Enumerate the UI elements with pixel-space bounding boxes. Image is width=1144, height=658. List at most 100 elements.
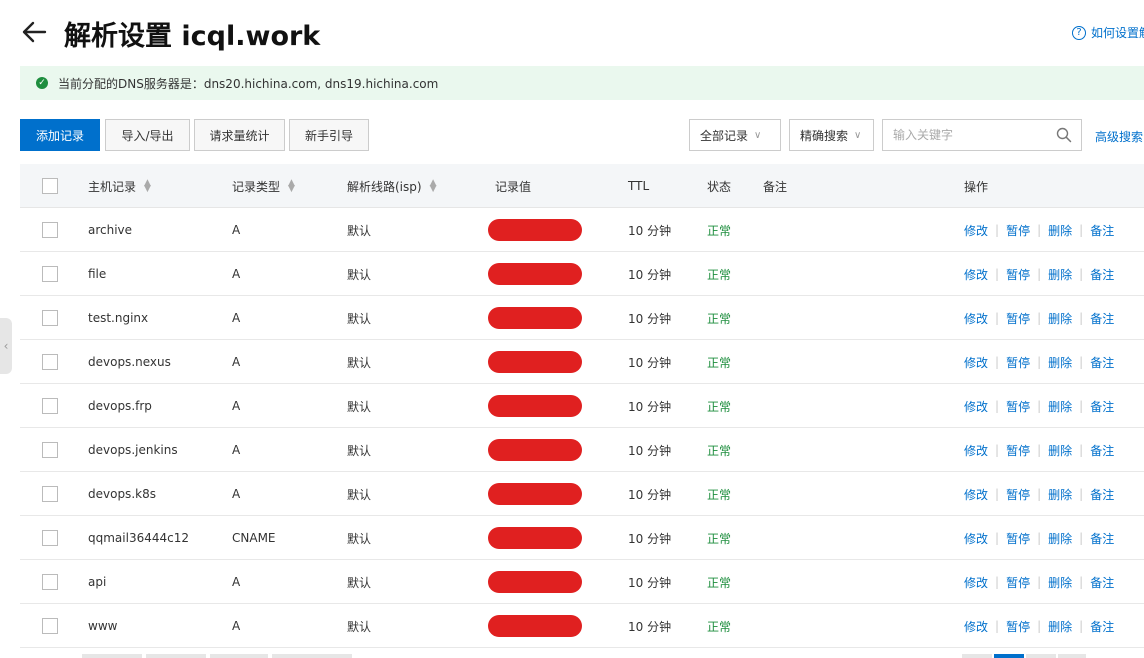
row-checkbox[interactable] [42,530,58,546]
edit-link[interactable]: 修改 [964,266,988,283]
status-badge: 正常 [707,443,732,458]
pagination-item-active[interactable] [994,654,1024,658]
row-checkbox[interactable] [42,618,58,634]
redacted-record-value [488,307,582,329]
divider: | [995,487,1000,501]
advanced-search-link[interactable]: 高级搜索 [1095,128,1143,145]
status-badge: 正常 [707,399,732,414]
delete-link[interactable]: 删除 [1048,574,1072,591]
pagination-item[interactable] [210,654,268,658]
delete-link[interactable]: 删除 [1048,310,1072,327]
status-badge: 正常 [707,531,732,546]
pause-link[interactable]: 暂停 [1006,442,1030,459]
pause-link[interactable]: 暂停 [1006,222,1030,239]
edit-link[interactable]: 修改 [964,442,988,459]
search-icon[interactable] [1056,127,1072,143]
pause-link[interactable]: 暂停 [1006,266,1030,283]
pagination-item[interactable] [962,654,992,658]
remark-link[interactable]: 备注 [1090,266,1114,283]
pause-link[interactable]: 暂停 [1006,486,1030,503]
record-type: A [232,311,241,325]
search-input[interactable] [882,119,1082,151]
delete-link[interactable]: 删除 [1048,266,1072,283]
pagination-item[interactable] [1026,654,1056,658]
pause-link[interactable]: 暂停 [1006,354,1030,371]
host-record: www [88,619,118,633]
column-header-type[interactable]: 记录类型 ▲ ▼ [232,164,295,208]
ttl-value: 10 分钟 [628,619,672,634]
column-header-host[interactable]: 主机记录 ▲ ▼ [88,164,151,208]
delete-link[interactable]: 删除 [1048,354,1072,371]
search-mode-select[interactable]: 精确搜索 ∨ [789,119,874,151]
remark-link[interactable]: 备注 [1090,222,1114,239]
row-checkbox[interactable] [42,442,58,458]
sidebar-toggle[interactable]: ‹ [0,318,12,374]
delete-link[interactable]: 删除 [1048,398,1072,415]
row-checkbox[interactable] [42,310,58,326]
edit-link[interactable]: 修改 [964,530,988,547]
remark-link[interactable]: 备注 [1090,486,1114,503]
record-filter-select[interactable]: 全部记录 ∨ [689,119,781,151]
edit-link[interactable]: 修改 [964,574,988,591]
help-link[interactable]: ? 如何设置解 [1072,24,1144,41]
add-record-button[interactable]: 添加记录 [20,119,100,151]
pagination-item[interactable] [146,654,206,658]
column-header-line-label: 解析线路(isp) [347,179,422,194]
sort-icon[interactable]: ▲ ▼ [144,179,151,194]
column-header-value: 记录值 [495,179,532,194]
request-stats-button[interactable]: 请求量统计 [194,119,285,151]
redacted-record-value [488,615,582,637]
back-arrow-icon[interactable] [20,18,48,46]
remark-link[interactable]: 备注 [1090,398,1114,415]
select-all-checkbox[interactable] [42,178,58,194]
edit-link[interactable]: 修改 [964,398,988,415]
pause-link[interactable]: 暂停 [1006,574,1030,591]
remark-link[interactable]: 备注 [1090,574,1114,591]
divider: | [995,267,1000,281]
divider: | [1037,575,1042,589]
check-circle-icon: ✓ [36,77,48,89]
delete-link[interactable]: 删除 [1048,618,1072,635]
pause-link[interactable]: 暂停 [1006,398,1030,415]
edit-link[interactable]: 修改 [964,486,988,503]
delete-link[interactable]: 删除 [1048,530,1072,547]
sort-icon[interactable]: ▲ ▼ [288,179,295,194]
beginner-guide-button[interactable]: 新手引导 [289,119,369,151]
divider: | [1079,443,1084,457]
remark-link[interactable]: 备注 [1090,618,1114,635]
pause-link[interactable]: 暂停 [1006,618,1030,635]
dns-notice-text: 当前分配的DNS服务器是：dns20.hichina.com, dns19.hi… [58,76,439,91]
pause-link[interactable]: 暂停 [1006,310,1030,327]
delete-link[interactable]: 删除 [1048,442,1072,459]
divider: | [1037,355,1042,369]
sort-icon[interactable]: ▲ ▼ [430,179,437,194]
pause-link[interactable]: 暂停 [1006,530,1030,547]
row-checkbox[interactable] [42,354,58,370]
divider: | [995,531,1000,545]
ttl-value: 10 分钟 [628,355,672,370]
pagination-item[interactable] [272,654,352,658]
row-checkbox[interactable] [42,222,58,238]
remark-link[interactable]: 备注 [1090,354,1114,371]
remark-link[interactable]: 备注 [1090,530,1114,547]
delete-link[interactable]: 删除 [1048,486,1072,503]
remark-link[interactable]: 备注 [1090,310,1114,327]
redacted-record-value [488,263,582,285]
edit-link[interactable]: 修改 [964,310,988,327]
delete-link[interactable]: 删除 [1048,222,1072,239]
row-checkbox[interactable] [42,266,58,282]
row-checkbox[interactable] [42,574,58,590]
row-checkbox[interactable] [42,398,58,414]
pagination-item[interactable] [82,654,142,658]
row-checkbox[interactable] [42,486,58,502]
column-header-line[interactable]: 解析线路(isp) ▲ ▼ [347,164,437,208]
remark-link[interactable]: 备注 [1090,442,1114,459]
edit-link[interactable]: 修改 [964,222,988,239]
row-actions: 修改 | 暂停 | 删除 | 备注 [964,384,1114,428]
record-type: A [232,619,241,633]
import-export-button[interactable]: 导入/导出 [105,119,190,151]
record-type: A [232,399,241,413]
edit-link[interactable]: 修改 [964,618,988,635]
pagination-item[interactable] [1058,654,1086,658]
edit-link[interactable]: 修改 [964,354,988,371]
